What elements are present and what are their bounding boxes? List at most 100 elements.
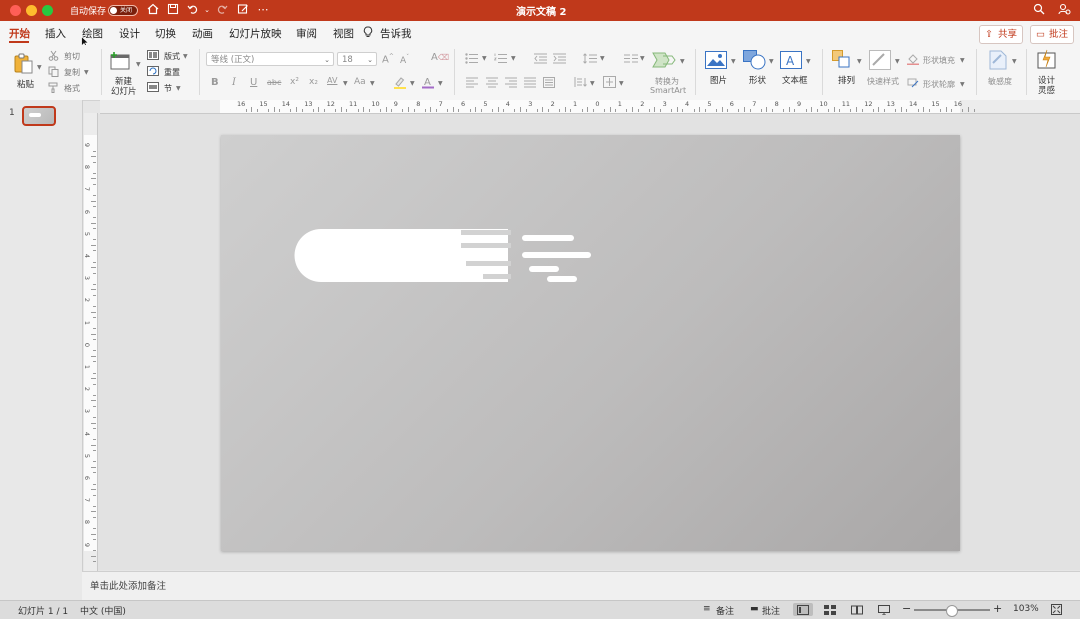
designer-label-2[interactable]: 灵感 [1038, 86, 1055, 96]
tell-me-icon[interactable] [363, 26, 373, 41]
strikethrough-button[interactable]: abc [267, 78, 281, 87]
edit-icon[interactable] [236, 3, 250, 17]
zoom-slider-thumb[interactable] [946, 605, 958, 617]
distributed-icon[interactable] [543, 77, 555, 91]
font-color-icon[interactable]: A [422, 75, 434, 92]
paste-button[interactable]: ▼ 粘贴 [10, 50, 42, 92]
slideshow-view-icon[interactable] [878, 605, 890, 618]
align-right-icon[interactable] [505, 77, 517, 91]
decrease-font-size-icon[interactable]: Aˇ [400, 54, 409, 66]
shape-button[interactable]: 形状 [749, 76, 766, 86]
reset-button[interactable]: 重置 [164, 67, 180, 78]
decrease-indent-icon[interactable] [534, 53, 547, 67]
reset-icon[interactable] [147, 66, 159, 79]
autosave-toggle[interactable]: 关闭 [108, 5, 138, 16]
subscript-button[interactable]: x₂ [309, 77, 318, 87]
smartart-icon[interactable] [652, 51, 678, 72]
clear-formatting-icon[interactable]: A⌫ [431, 52, 449, 63]
vertical-ruler[interactable]: 9 8 7 6 5 4 3 2 1 0 1 2 3 4 5 6 7 8 9 [83, 113, 98, 571]
close-window-button[interactable] [10, 5, 21, 16]
search-icon[interactable] [1032, 3, 1046, 17]
tab-home[interactable]: 开始 [9, 26, 30, 41]
numbering-icon[interactable] [493, 53, 508, 67]
slide-1[interactable] [221, 135, 960, 551]
format-painter-button[interactable]: 格式 [64, 83, 80, 94]
account-icon[interactable] [1057, 3, 1071, 17]
picture-button[interactable]: 图片 [710, 76, 727, 86]
textbox-button[interactable]: 文本框 [782, 76, 808, 86]
home-icon[interactable] [146, 3, 160, 17]
format-painter-icon[interactable] [48, 82, 59, 96]
section-icon[interactable] [147, 82, 159, 95]
tab-transitions[interactable]: 切换 [155, 26, 176, 41]
textbox-icon[interactable]: A [780, 51, 802, 72]
tab-insert[interactable]: 插入 [45, 26, 66, 41]
shape-fill-button[interactable]: 形状填充 [923, 55, 955, 66]
minimize-window-button[interactable] [26, 5, 37, 16]
language-indicator[interactable]: 中文 (中国) [80, 604, 126, 617]
undo-icon[interactable] [186, 3, 200, 17]
copy-icon[interactable] [48, 66, 59, 80]
more-icon[interactable]: ⋯ [256, 3, 270, 17]
picture-icon[interactable] [705, 51, 727, 72]
horizontal-ruler[interactable]: 16 15 14 13 12 11 10 9 8 7 6 5 4 3 2 1 0 1 2 3 4 5 6 7 8 9 10 11 12 1… [100, 100, 1080, 114]
new-slide-button[interactable]: ▼ 新建 幻灯片 [107, 49, 143, 97]
underline-button[interactable]: U [250, 77, 257, 88]
bullets-icon[interactable] [465, 53, 479, 67]
align-center-icon[interactable] [486, 77, 498, 91]
tab-review[interactable]: 审阅 [296, 26, 317, 41]
shape-fill-icon[interactable] [907, 54, 919, 68]
redo-icon[interactable] [215, 3, 229, 17]
quick-styles-button[interactable]: 快速样式 [867, 76, 899, 87]
tab-slideshow[interactable]: 幻灯片放映 [229, 26, 282, 41]
copy-button[interactable]: 复制 [64, 67, 80, 78]
notes-toggle-icon[interactable]: ≡ [703, 604, 711, 614]
sensitivity-button[interactable]: 敏感度 [988, 76, 1012, 87]
quick-styles-icon[interactable] [869, 50, 891, 73]
designer-icon[interactable] [1036, 49, 1058, 74]
convert-smartart-label-2[interactable]: SmartArt [650, 86, 686, 95]
fit-to-window-icon[interactable] [1051, 604, 1062, 618]
increase-font-size-icon[interactable]: A^ [382, 53, 394, 65]
notes-toggle-button[interactable]: 备注 [716, 604, 734, 617]
cut-icon[interactable] [48, 50, 59, 64]
zoom-slider[interactable] [914, 605, 990, 617]
tab-design[interactable]: 设计 [119, 26, 140, 41]
zoom-level[interactable]: 103% [1013, 604, 1039, 614]
share-button[interactable]: ⇪ 共享 [979, 25, 1023, 44]
increase-indent-icon[interactable] [553, 53, 566, 67]
slide-sorter-icon[interactable] [824, 605, 836, 618]
justify-icon[interactable] [524, 77, 536, 91]
font-size-select[interactable]: 18 ⌄ [337, 52, 377, 66]
comments-toggle-button[interactable]: 批注 [762, 604, 780, 617]
zoom-in-button[interactable]: + [993, 602, 1002, 615]
shape-outline-icon[interactable] [907, 78, 919, 92]
save-icon[interactable] [166, 3, 180, 17]
comments-toggle-icon[interactable]: ▬ [750, 604, 759, 614]
layout-button[interactable]: 版式 [164, 51, 180, 62]
sensitivity-icon[interactable] [987, 50, 1009, 73]
bold-button[interactable]: B [211, 77, 219, 88]
notes-pane[interactable]: 单击此处添加备注 [82, 571, 1080, 600]
text-direction-icon[interactable] [574, 76, 587, 91]
normal-view-icon[interactable] [793, 603, 813, 616]
tab-tell-me[interactable]: 告诉我 [380, 26, 412, 41]
tab-animations[interactable]: 动画 [192, 26, 213, 41]
arrange-icon[interactable] [832, 50, 854, 73]
line-spacing-icon[interactable] [583, 53, 597, 67]
superscript-button[interactable]: x² [290, 77, 299, 87]
arrange-button[interactable]: 排列 [838, 76, 855, 86]
font-name-select[interactable]: 等线 (正文) ⌄ [206, 52, 334, 66]
shape-icon[interactable] [743, 50, 767, 73]
italic-button[interactable]: I [232, 77, 236, 88]
shape-outline-button[interactable]: 形状轮廓 [923, 79, 955, 90]
slide-thumbnail[interactable] [22, 106, 56, 126]
cut-button[interactable]: 剪切 [64, 51, 80, 62]
character-spacing-button[interactable]: AV [327, 76, 337, 85]
zoom-out-button[interactable]: − [902, 602, 911, 615]
speed-motion-shape[interactable] [221, 135, 960, 551]
reading-view-icon[interactable] [851, 605, 863, 618]
highlight-color-icon[interactable] [393, 76, 407, 92]
change-case-button[interactable]: Aa [354, 77, 366, 87]
comments-button[interactable]: ▭ 批注 [1030, 25, 1074, 44]
